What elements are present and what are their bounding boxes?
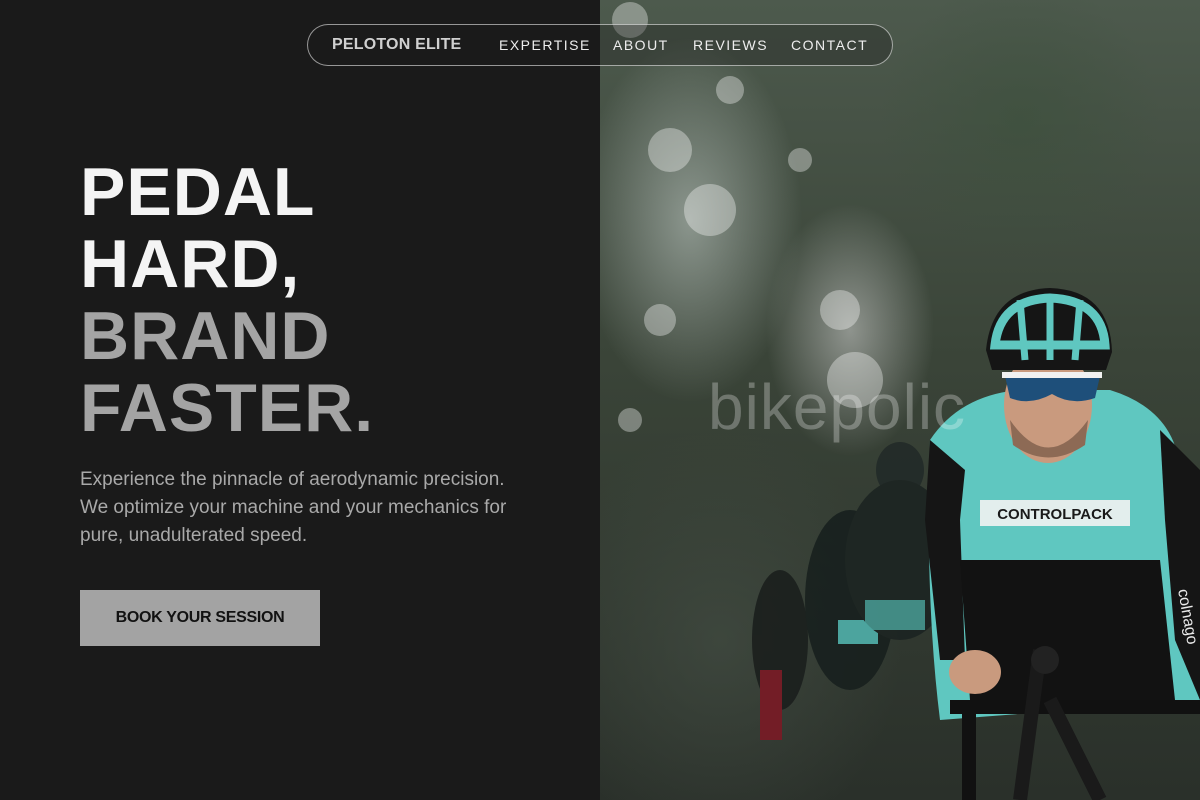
headline-line-3: BRAND (80, 298, 331, 374)
nav-link-contact[interactable]: CONTACT (791, 25, 868, 65)
nav-link-expertise[interactable]: EXPERTISE (499, 25, 591, 65)
hero-text-panel: PEDAL HARD, BRAND FASTER. Experience the… (0, 0, 600, 800)
headline-line-2: HARD, (80, 226, 301, 302)
hero-cyclist-image: CONTROLPACK colnago bikepolic (600, 0, 1200, 800)
hero-headline: PEDAL HARD, BRAND FASTER. (80, 156, 374, 444)
nav-link-reviews[interactable]: REVIEWS (693, 25, 768, 65)
brand-logo[interactable]: PELOTON ELITE (332, 25, 461, 65)
nav-link-about[interactable]: ABOUT (613, 25, 669, 65)
book-session-button[interactable]: BOOK YOUR SESSION (80, 590, 320, 646)
photo-watermark: bikepolic (708, 371, 967, 443)
jersey-text: CONTROLPACK (997, 506, 1113, 523)
hero-subtitle: Experience the pinnacle of aerodynamic p… (80, 469, 507, 546)
headline-line-4: FASTER. (80, 370, 375, 446)
headline-line-1: PEDAL (80, 154, 316, 230)
top-navigation: PELOTON ELITE EXPERTISE ABOUT REVIEWS CO… (307, 24, 893, 66)
